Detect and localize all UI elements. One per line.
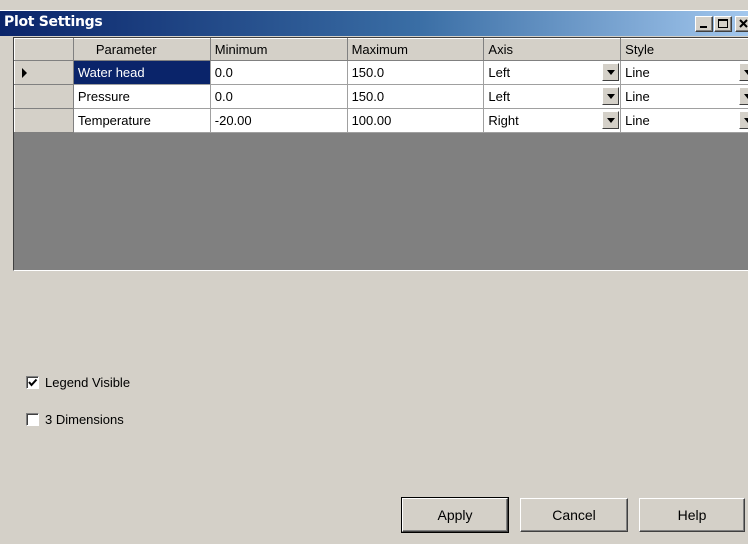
dropdown-arrow-icon bbox=[607, 94, 616, 99]
cell-minimum[interactable]: 0.0 bbox=[210, 84, 348, 109]
style-value: Line bbox=[625, 89, 650, 104]
minimize-icon bbox=[700, 26, 707, 28]
cell-parameter[interactable]: Temperature bbox=[73, 108, 211, 133]
help-button[interactable]: Help bbox=[639, 498, 745, 532]
title-bar[interactable]: Plot Settings bbox=[0, 10, 748, 36]
axis-value: Left bbox=[488, 89, 511, 104]
three-dimensions-label: 3 Dimensions bbox=[45, 412, 124, 427]
dropdown-arrow-icon bbox=[744, 94, 748, 99]
apply-button[interactable]: Apply bbox=[401, 497, 509, 533]
close-icon bbox=[739, 19, 748, 28]
close-button[interactable] bbox=[735, 16, 748, 32]
legend-visible-option[interactable]: Legend Visible bbox=[26, 375, 130, 390]
cell-parameter[interactable]: Water head bbox=[73, 60, 211, 85]
axis-dropdown-button[interactable] bbox=[602, 111, 620, 129]
grid-header-row: Parameter Minimum Maximum Axis Style bbox=[14, 38, 748, 61]
row-header[interactable] bbox=[14, 60, 74, 85]
row-header[interactable] bbox=[14, 84, 74, 109]
legend-visible-label: Legend Visible bbox=[45, 375, 131, 390]
cell-axis[interactable]: Left bbox=[483, 60, 622, 85]
current-row-arrow-icon bbox=[22, 67, 27, 78]
row-header[interactable] bbox=[14, 108, 74, 133]
cancel-button[interactable]: Cancel bbox=[520, 498, 628, 532]
plot-settings-window: Plot Settings Parameter Minimum Maximum … bbox=[0, 0, 748, 544]
parameter-table: Parameter Minimum Maximum Axis Style Wat… bbox=[14, 38, 748, 133]
cell-maximum[interactable]: 100.00 bbox=[347, 108, 485, 133]
window-title: Plot Settings bbox=[4, 14, 103, 30]
three-dimensions-option[interactable]: 3 Dimensions bbox=[26, 412, 124, 427]
column-header-axis[interactable]: Axis bbox=[483, 38, 622, 61]
style-dropdown-button[interactable] bbox=[739, 87, 748, 105]
cell-parameter[interactable]: Pressure bbox=[73, 84, 211, 109]
axis-value: Right bbox=[488, 113, 519, 128]
three-dimensions-checkbox[interactable] bbox=[26, 413, 39, 426]
dropdown-arrow-icon bbox=[744, 118, 748, 123]
table-row[interactable]: Water head 0.0 150.0 Left Line bbox=[14, 60, 748, 85]
cell-axis[interactable]: Right bbox=[483, 108, 622, 133]
dropdown-arrow-icon bbox=[607, 70, 616, 75]
minimize-button[interactable] bbox=[695, 16, 713, 32]
column-header-style[interactable]: Style bbox=[620, 38, 748, 61]
style-dropdown-button[interactable] bbox=[739, 111, 748, 129]
cell-style[interactable]: Line bbox=[620, 108, 748, 133]
cell-style[interactable]: Line bbox=[620, 84, 748, 109]
column-header-maximum[interactable]: Maximum bbox=[346, 38, 485, 61]
cell-style[interactable]: Line bbox=[620, 60, 748, 85]
axis-value: Left bbox=[488, 65, 511, 80]
cell-axis[interactable]: Left bbox=[483, 84, 622, 109]
cell-maximum[interactable]: 150.0 bbox=[347, 84, 485, 109]
parameter-grid[interactable]: Parameter Minimum Maximum Axis Style Wat… bbox=[13, 37, 748, 271]
style-dropdown-button[interactable] bbox=[739, 63, 748, 81]
column-header-minimum[interactable]: Minimum bbox=[209, 38, 348, 61]
axis-dropdown-button[interactable] bbox=[602, 87, 620, 105]
cell-minimum[interactable]: -20.00 bbox=[210, 108, 348, 133]
cell-maximum[interactable]: 150.0 bbox=[347, 60, 485, 85]
table-row[interactable]: Pressure 0.0 150.0 Left Line bbox=[14, 84, 748, 109]
legend-visible-checkbox[interactable] bbox=[26, 376, 39, 389]
dropdown-arrow-icon bbox=[607, 118, 616, 123]
checkmark-icon bbox=[28, 378, 38, 387]
maximize-button[interactable] bbox=[714, 16, 732, 32]
style-value: Line bbox=[625, 113, 650, 128]
cell-minimum[interactable]: 0.0 bbox=[210, 60, 348, 85]
maximize-icon bbox=[718, 19, 728, 28]
axis-dropdown-button[interactable] bbox=[602, 63, 620, 81]
corner-header bbox=[14, 38, 74, 61]
dropdown-arrow-icon bbox=[744, 70, 748, 75]
column-header-parameter[interactable]: Parameter bbox=[72, 38, 211, 61]
table-row[interactable]: Temperature -20.00 100.00 Right Line bbox=[14, 108, 748, 133]
style-value: Line bbox=[625, 65, 650, 80]
